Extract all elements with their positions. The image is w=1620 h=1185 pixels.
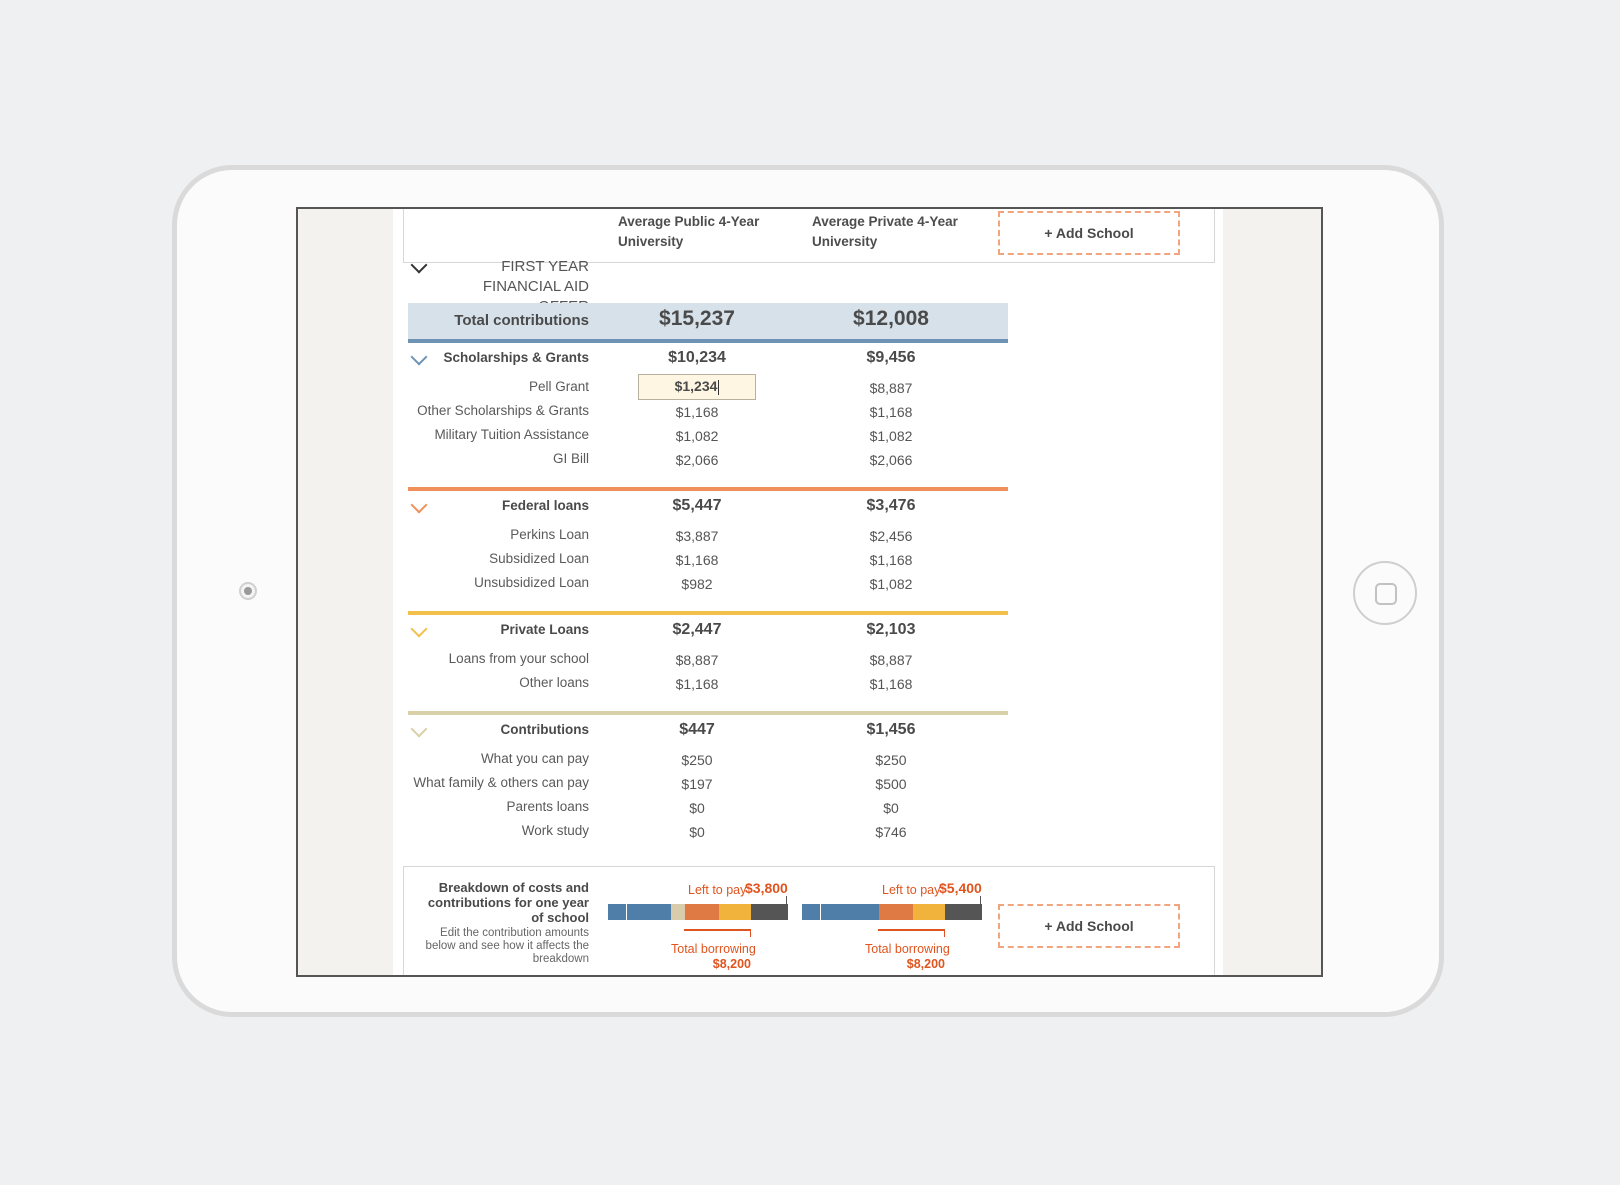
- pell-grant-input[interactable]: $1,234: [638, 374, 756, 400]
- camera-icon: [239, 582, 257, 600]
- row-value[interactable]: $0: [637, 824, 757, 840]
- bar-segment: [719, 904, 752, 920]
- breakdown-title: Breakdown of costs and contributions for…: [427, 880, 589, 925]
- row-value[interactable]: $1,168: [637, 404, 757, 420]
- left-to-pay-label-private: Left to pay: [882, 883, 941, 897]
- bar-segment: [879, 904, 913, 920]
- group-subtotal: $447: [679, 721, 715, 738]
- row-value[interactable]: $3,887: [637, 528, 757, 544]
- row-value[interactable]: $8,887: [831, 380, 951, 396]
- group-rule: [408, 611, 1008, 615]
- bar-segment: [802, 904, 821, 920]
- group-name: Federal loans: [501, 498, 589, 513]
- column-header-public: Average Public 4-Year University: [618, 214, 760, 249]
- group-subtotal: $1,456: [866, 721, 916, 738]
- row-label: Parents loans: [506, 799, 589, 814]
- row-label: Other loans: [519, 675, 589, 690]
- borrowing-bracket: [684, 929, 751, 937]
- row-value[interactable]: $250: [831, 752, 951, 768]
- total-borrowing-label-private: Total borrowing: [865, 942, 950, 956]
- row-value[interactable]: $1,168: [831, 676, 951, 692]
- left-to-pay-tick: [786, 896, 787, 904]
- total-label: Total contributions: [454, 312, 589, 329]
- breakdown-subtitle: Edit the contribution amounts below and …: [425, 927, 589, 965]
- bar-segment: [945, 904, 982, 920]
- row-value[interactable]: $1,168: [637, 676, 757, 692]
- row-value[interactable]: $982: [637, 576, 757, 592]
- left-to-pay-public: $3,800: [745, 880, 788, 896]
- home-button[interactable]: [1353, 561, 1417, 625]
- add-school-button[interactable]: + Add School: [998, 211, 1180, 255]
- row-label: Work study: [521, 823, 589, 838]
- row-value[interactable]: $2,066: [637, 452, 757, 468]
- borrowing-bracket: [878, 929, 945, 937]
- row-value[interactable]: $2,456: [831, 528, 951, 544]
- row-value[interactable]: $8,887: [637, 652, 757, 668]
- bar-segment: [670, 904, 685, 920]
- text-cursor: [718, 379, 720, 395]
- row-label: What you can pay: [480, 751, 589, 766]
- row-label: Loans from your school: [448, 651, 589, 666]
- row-value[interactable]: $2,066: [831, 452, 951, 468]
- screen: Average Public 4-Year University Average…: [296, 207, 1323, 977]
- row-label: Unsubsidized Loan: [474, 575, 589, 590]
- total-private: $12,008: [853, 307, 929, 330]
- total-borrowing-public: $8,200: [712, 957, 751, 971]
- row-label: Perkins Loan: [510, 527, 589, 542]
- row-value[interactable]: $746: [831, 824, 951, 840]
- bar-segment: [821, 904, 879, 920]
- left-to-pay-tick: [980, 896, 981, 904]
- row-value[interactable]: $1,082: [831, 428, 951, 444]
- left-to-pay-private: $5,400: [939, 880, 982, 896]
- row-value[interactable]: $197: [637, 776, 757, 792]
- group-rule: [408, 711, 1008, 715]
- group-subtotal: $10,234: [668, 349, 726, 366]
- row-value[interactable]: $0: [831, 800, 951, 816]
- total-borrowing-private: $8,200: [906, 957, 945, 971]
- row-value[interactable]: $1,082: [831, 576, 951, 592]
- row-value[interactable]: $1,168: [831, 552, 951, 568]
- row-value[interactable]: $250: [637, 752, 757, 768]
- row-value[interactable]: $1,168: [831, 404, 951, 420]
- group-rule: [408, 487, 1008, 491]
- row-value[interactable]: $1,168: [637, 552, 757, 568]
- group-subtotal: $5,447: [672, 497, 722, 514]
- column-header-private: Average Private 4-Year University: [812, 214, 958, 249]
- group-rule: [408, 339, 1008, 343]
- group-name: Private Loans: [500, 622, 589, 637]
- bar-segment: [751, 904, 789, 920]
- row-label: Pell Grant: [528, 379, 589, 394]
- row-label: Other Scholarships & Grants: [417, 403, 589, 418]
- row-label: Subsidized Loan: [489, 551, 589, 566]
- left-to-pay-label-public: Left to pay: [688, 883, 747, 897]
- row-label: Military Tuition Assistance: [434, 427, 589, 442]
- row-value[interactable]: $0: [637, 800, 757, 816]
- comparison-panel: Average Public 4-Year University Average…: [393, 209, 1223, 975]
- row-value[interactable]: $500: [831, 776, 951, 792]
- group-name: Scholarships & Grants: [443, 350, 589, 365]
- row-value[interactable]: $8,887: [831, 652, 951, 668]
- group-name: Contributions: [500, 722, 589, 737]
- total-borrowing-label-public: Total borrowing: [671, 942, 756, 956]
- total-public: $15,237: [659, 307, 735, 330]
- bar-segment: [684, 904, 720, 920]
- row-value[interactable]: $1,082: [637, 428, 757, 444]
- input-value: $1,234: [674, 378, 718, 394]
- group-subtotal: $2,103: [866, 621, 916, 638]
- group-subtotal: $3,476: [866, 497, 916, 514]
- bar-segment: [913, 904, 945, 920]
- row-label: What family & others can pay: [413, 775, 589, 790]
- add-school-button-bottom[interactable]: + Add School: [998, 904, 1180, 948]
- group-subtotal: $2,447: [672, 621, 722, 638]
- bar-segment: [608, 904, 627, 920]
- bar-segment: [626, 904, 671, 920]
- cost-bar-public: [608, 904, 789, 920]
- group-subtotal: $9,456: [866, 349, 916, 366]
- row-label: GI Bill: [552, 451, 589, 466]
- cost-bar-private: [802, 904, 982, 920]
